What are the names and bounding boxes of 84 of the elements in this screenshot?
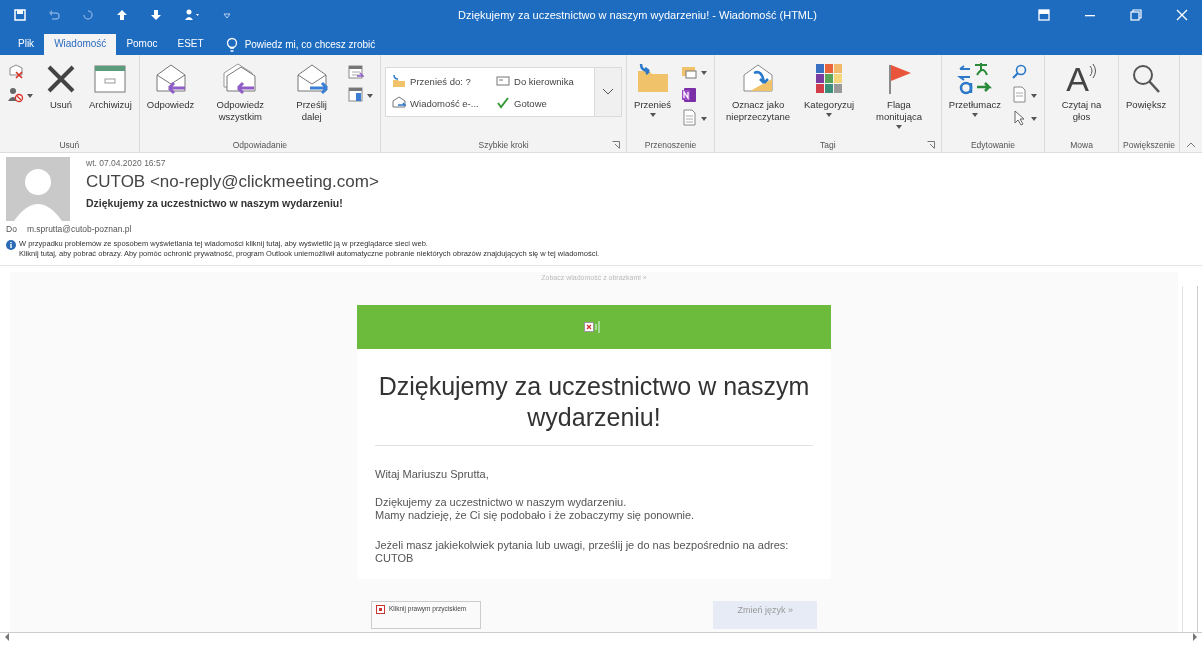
translate-icon[interactable] <box>956 61 993 97</box>
small-ribbon-button[interactable] <box>7 86 33 103</box>
email-text: Dziękujemy za uczestnictwo w naszym wydarzeniu. <box>375 496 628 509</box>
message-subject: Dziękujemy za uczestnictwo w naszym wydarzeniu! <box>86 196 344 211</box>
group-label: Powiększenie <box>1123 140 1175 150</box>
ribbon-button[interactable]: Odpowiedz <box>143 59 198 113</box>
dropdown-caret-icon[interactable] <box>367 92 374 97</box>
restore-icon[interactable] <box>1130 9 1142 21</box>
info-icon[interactable] <box>6 240 16 250</box>
dropdown-caret-icon[interactable] <box>1031 92 1038 97</box>
dropdown-caret-icon[interactable] <box>1031 115 1038 120</box>
quick-step-item[interactable]: Przenieś do: ? <box>392 74 497 88</box>
quick-step-item[interactable]: Wiadomość e-... <box>392 96 497 110</box>
small-ribbon-button[interactable] <box>681 109 708 126</box>
dropdown-caret-icon[interactable] <box>896 125 902 129</box>
close-icon[interactable] <box>1176 9 1188 21</box>
ribbon-tab[interactable]: Wiadomość <box>44 34 117 55</box>
email-text: CUTOB <box>375 552 415 565</box>
ignore-icon[interactable] <box>7 63 24 80</box>
ribbon-button[interactable]: Oznacz jako nieprzeczytane <box>719 59 798 125</box>
save-icon[interactable] <box>14 9 26 21</box>
ribbon-display-icon[interactable] <box>1038 9 1050 21</box>
lightbulb-icon[interactable] <box>225 36 238 53</box>
read-aloud-icon[interactable]: A <box>1066 61 1097 97</box>
dropdown-caret-icon[interactable] <box>826 113 833 117</box>
phone-list-icon[interactable] <box>347 86 365 103</box>
chevron-down-icon[interactable] <box>602 88 615 96</box>
to-label: Do <box>6 224 17 234</box>
ribbon-button[interactable]: Usuń <box>40 59 82 113</box>
ribbon-button[interactable]: Przetłumacz <box>945 59 1005 119</box>
ribbon-button[interactable]: Odpowiedz wszystkim <box>201 59 280 125</box>
dialog-launcher-icon[interactable] <box>926 141 935 149</box>
sound-wave-icon[interactable] <box>1088 63 1097 79</box>
window-title: Dziękujemy za uczestnictwo w naszym wydarzeniu! - Wiadomość (HTML) <box>457 9 818 21</box>
recipient-address: m.sprutta@cutob-poznan.pl <box>26 224 132 234</box>
envelope-forward-icon[interactable] <box>392 96 407 110</box>
greeting-text: Witaj Mariuszu Sprutta, <box>375 468 490 480</box>
ribbon-button[interactable]: A Czytaj na głos <box>1049 59 1114 125</box>
ribbon-button[interactable]: Przenieś <box>631 59 675 119</box>
ribbon-tab[interactable]: Plik <box>8 34 45 55</box>
ribbon-button[interactable]: Powiększ <box>1123 59 1170 113</box>
quick-step-item[interactable]: Gotowe <box>496 96 589 110</box>
group-label: Przenoszenie <box>644 140 697 150</box>
person-icon[interactable] <box>184 9 200 21</box>
dropdown-caret-icon[interactable] <box>27 92 33 97</box>
small-ribbon-button[interactable] <box>1011 86 1038 103</box>
ribbon-button[interactable]: Kategoryzuj <box>801 59 858 119</box>
folder-arrow-icon[interactable] <box>392 74 407 88</box>
ribbon-button[interactable]: Archiwizuj <box>86 59 135 113</box>
quick-step-item[interactable]: Do kierownika <box>496 74 589 88</box>
sender-name: CUTOB <no-reply@clickmeeting.com> <box>86 171 379 193</box>
reply-all-icon[interactable] <box>222 61 259 97</box>
group-label: Edytowanie <box>970 140 1015 150</box>
up-arrow-icon[interactable] <box>116 9 128 21</box>
vertical-scrollbar[interactable] <box>1182 286 1198 632</box>
message-date: wt. 07.04.2020 16:57 <box>86 157 167 169</box>
email-text: Jeżeli masz jakiekolwiek pytania lub uwagi, prześlij je do nas bezpośrednio na adres: <box>375 539 790 552</box>
dropdown-caret-icon[interactable] <box>701 115 708 120</box>
dropdown-caret-icon[interactable] <box>649 113 656 117</box>
dropdown-caret-icon[interactable] <box>971 113 978 117</box>
group-label: Usuń <box>59 140 80 150</box>
email-text: Mamy nadzieję, że Ci się podobało i że zobaczymy się ponownie. <box>375 509 696 522</box>
small-ribbon-button[interactable] <box>1011 109 1038 126</box>
search-icon[interactable] <box>1011 63 1029 80</box>
dropdown-caret-icon[interactable] <box>701 69 708 74</box>
email-heading: Dziękujemy za uczestnictwo w naszym wydarzeniu! <box>377 371 811 433</box>
notebook-icon[interactable] <box>681 86 699 103</box>
collapse-ribbon-icon[interactable] <box>1186 142 1196 148</box>
checkmark-icon[interactable] <box>496 96 511 110</box>
group-label: Szybkie kroki <box>478 140 529 150</box>
group-label: Tagi <box>820 140 836 150</box>
small-ribbon-button[interactable] <box>347 86 374 103</box>
broken-image-icon[interactable] <box>376 605 385 614</box>
group-label: Mowa <box>1070 140 1093 150</box>
group-label: Odpowiadanie <box>232 140 288 150</box>
block-sender-icon[interactable] <box>7 86 24 103</box>
calendar-icon[interactable] <box>347 63 365 80</box>
ribbon-tab[interactable]: Pomoc <box>116 34 168 55</box>
down-arrow-icon[interactable] <box>150 9 162 21</box>
ribbon-button[interactable]: Flaga monitująca <box>861 59 937 131</box>
ribbon-button[interactable]: Prześlij dalej <box>283 59 341 125</box>
dialog-launcher-icon[interactable] <box>612 141 621 149</box>
tell-me-field[interactable]: Powiedz mi, co chcesz zrobić <box>213 34 376 55</box>
ribbon-tab[interactable]: ESET <box>167 34 214 55</box>
